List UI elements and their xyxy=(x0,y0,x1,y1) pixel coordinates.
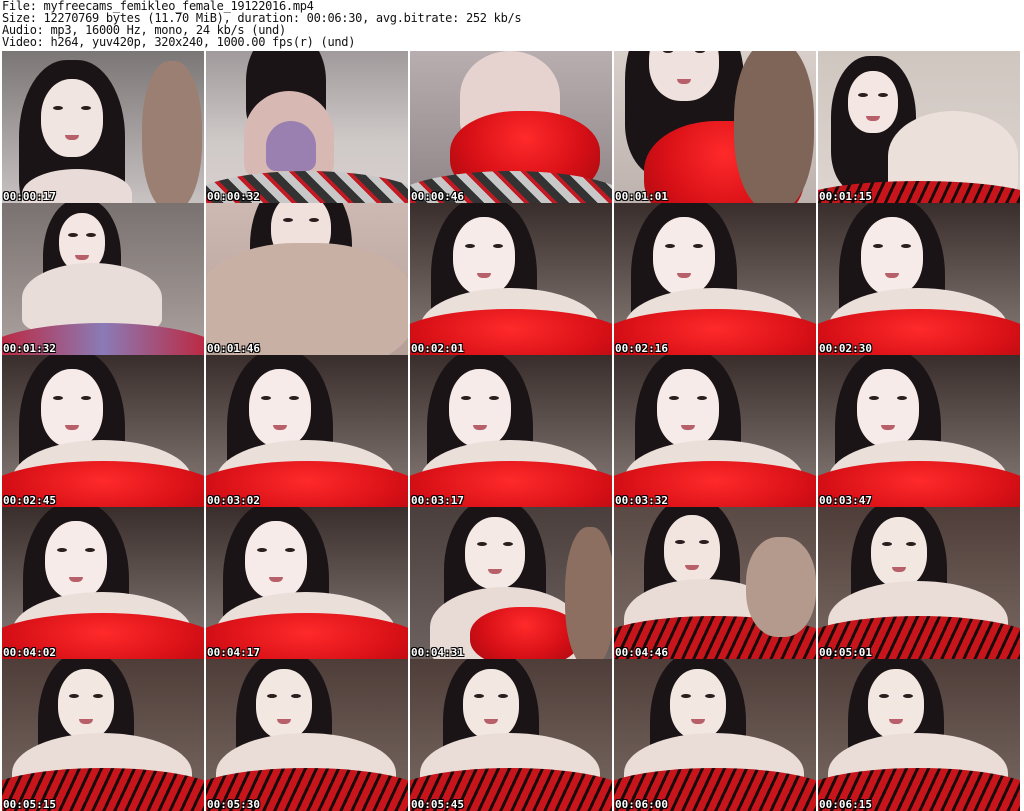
video-thumbnail[interactable]: 00:03:47 xyxy=(818,355,1021,507)
video-thumbnail[interactable]: 00:05:30 xyxy=(206,659,409,811)
thumbnail-timestamp: 00:06:00 xyxy=(615,798,668,811)
video-thumbnail[interactable]: 00:00:32 xyxy=(206,51,409,203)
thumbnail-timestamp: 00:06:15 xyxy=(819,798,872,811)
thumbnail-frame-image xyxy=(206,51,408,203)
video-thumbnail[interactable]: 00:03:02 xyxy=(206,355,409,507)
video-thumbnail[interactable]: 00:05:45 xyxy=(410,659,613,811)
thumbnail-timestamp: 00:01:32 xyxy=(3,342,56,355)
video-thumbnail[interactable]: 00:05:15 xyxy=(2,659,205,811)
thumbnail-timestamp: 00:00:32 xyxy=(207,190,260,203)
video-thumbnail[interactable]: 00:02:01 xyxy=(410,203,613,355)
thumbnail-frame-image xyxy=(2,203,204,355)
video-thumbnail[interactable]: 00:00:17 xyxy=(2,51,205,203)
thumbnail-frame-image xyxy=(614,355,816,507)
thumbnail-timestamp: 00:02:01 xyxy=(411,342,464,355)
video-thumbnail[interactable]: 00:01:46 xyxy=(206,203,409,355)
video-thumbnail[interactable]: 00:00:46 xyxy=(410,51,613,203)
thumbnail-timestamp: 00:05:30 xyxy=(207,798,260,811)
thumbnail-timestamp: 00:04:31 xyxy=(411,646,464,659)
thumbnail-frame-image xyxy=(818,659,1020,811)
thumbnail-frame-image xyxy=(2,355,204,507)
video-thumbnail[interactable]: 00:03:17 xyxy=(410,355,613,507)
thumbnail-frame-image xyxy=(206,203,408,355)
thumbnail-frame-image xyxy=(2,507,204,659)
video-thumbnail[interactable]: 00:04:02 xyxy=(2,507,205,659)
video-thumbnail[interactable]: 00:02:45 xyxy=(2,355,205,507)
thumbnail-timestamp: 00:00:17 xyxy=(3,190,56,203)
video-thumbnail[interactable]: 00:04:17 xyxy=(206,507,409,659)
thumbnail-timestamp: 00:05:45 xyxy=(411,798,464,811)
thumbnail-timestamp: 00:02:45 xyxy=(3,494,56,507)
thumbnail-frame-image xyxy=(614,203,816,355)
thumbnail-frame-image xyxy=(818,203,1020,355)
thumbnail-frame-image xyxy=(206,659,408,811)
video-thumbnail[interactable]: 00:01:01 xyxy=(614,51,817,203)
thumbnail-frame-image xyxy=(410,203,612,355)
video-thumbnail[interactable]: 00:02:16 xyxy=(614,203,817,355)
thumbnail-timestamp: 00:03:02 xyxy=(207,494,260,507)
thumbnail-frame-image xyxy=(818,355,1020,507)
thumbnail-grid: 00:00:17 00:00:32 00:00:46 00:01:01 00:01:15… xyxy=(2,51,1022,811)
video-thumbnail[interactable]: 00:04:31 xyxy=(410,507,613,659)
video-thumbnail[interactable]: 00:04:46 xyxy=(614,507,817,659)
thumbnail-frame-image xyxy=(410,355,612,507)
video-thumbnail[interactable]: 00:03:32 xyxy=(614,355,817,507)
thumbnail-timestamp: 00:01:01 xyxy=(615,190,668,203)
thumbnail-frame-image xyxy=(614,659,816,811)
thumbnail-timestamp: 00:01:15 xyxy=(819,190,872,203)
thumbnail-timestamp: 00:04:17 xyxy=(207,646,260,659)
video-thumbnail[interactable]: 00:01:32 xyxy=(2,203,205,355)
thumbnail-timestamp: 00:03:17 xyxy=(411,494,464,507)
thumbnail-timestamp: 00:04:02 xyxy=(3,646,56,659)
thumbnail-timestamp: 00:02:30 xyxy=(819,342,872,355)
thumbnail-timestamp: 00:05:01 xyxy=(819,646,872,659)
thumbnail-frame-image xyxy=(410,659,612,811)
thumbnail-timestamp: 00:02:16 xyxy=(615,342,668,355)
thumbnail-frame-image xyxy=(818,51,1020,203)
thumbnail-frame-image xyxy=(410,51,612,203)
video-thumbnail[interactable]: 00:06:00 xyxy=(614,659,817,811)
thumbnail-frame-image xyxy=(2,51,204,203)
thumbnail-frame-image xyxy=(818,507,1020,659)
thumbnail-frame-image xyxy=(206,355,408,507)
file-info-header: File: myfreecams_femikleo_female_1912201… xyxy=(2,0,1022,50)
thumbnail-timestamp: 00:00:46 xyxy=(411,190,464,203)
thumbnail-frame-image xyxy=(614,507,816,659)
thumbnail-frame-image xyxy=(2,659,204,811)
thumbnail-timestamp: 00:04:46 xyxy=(615,646,668,659)
video-thumbnail[interactable]: 00:01:15 xyxy=(818,51,1021,203)
thumbnail-timestamp: 00:05:15 xyxy=(3,798,56,811)
thumbnail-frame-image xyxy=(410,507,612,659)
thumbnail-frame-image xyxy=(614,51,816,203)
video-info-line: Video: h264, yuv420p, 320x240, 1000.00 f… xyxy=(2,35,356,49)
video-thumbnail[interactable]: 00:05:01 xyxy=(818,507,1021,659)
video-thumbnail[interactable]: 00:02:30 xyxy=(818,203,1021,355)
thumbnail-timestamp: 00:01:46 xyxy=(207,342,260,355)
thumbnail-timestamp: 00:03:32 xyxy=(615,494,668,507)
video-thumbnail[interactable]: 00:06:15 xyxy=(818,659,1021,811)
thumbnail-frame-image xyxy=(206,507,408,659)
thumbnail-timestamp: 00:03:47 xyxy=(819,494,872,507)
